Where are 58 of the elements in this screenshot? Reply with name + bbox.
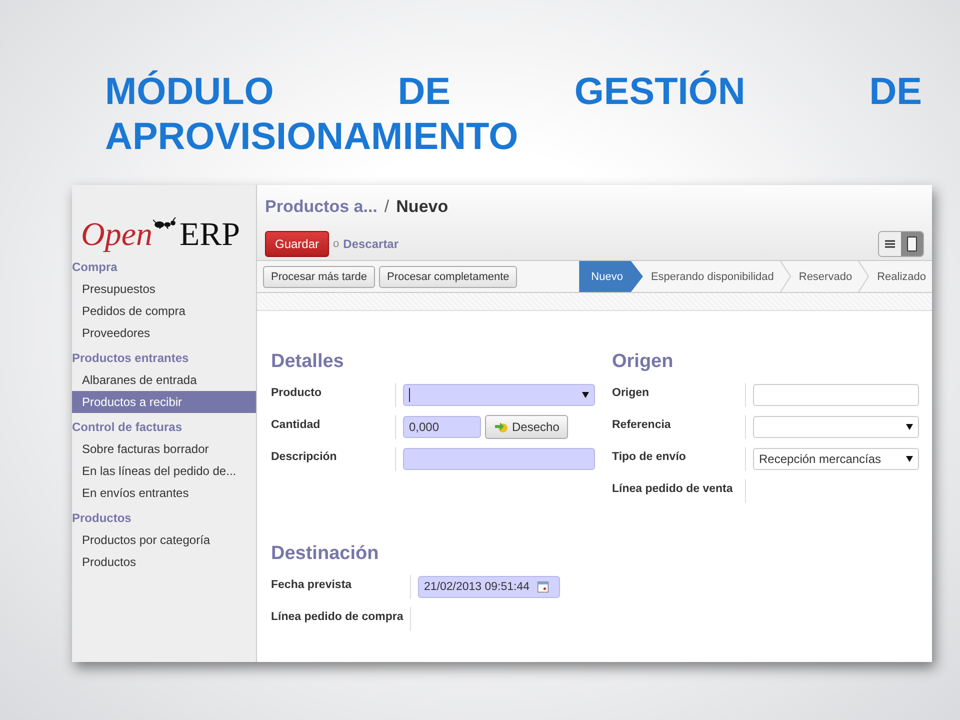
dropdown-caret-icon (906, 456, 913, 462)
breadcrumb-separator: / (384, 197, 390, 217)
select-field[interactable] (403, 384, 595, 406)
process-button[interactable]: Procesar completamente (378, 266, 518, 288)
sidebar-item[interactable]: Pedidos de compra (72, 300, 256, 322)
view-toggle[interactable] (901, 232, 923, 256)
field-label: Línea pedido de compra (271, 607, 411, 631)
dropdown-caret-icon (582, 392, 589, 398)
sidebar-item[interactable]: En las líneas del pedido de... (72, 460, 256, 482)
field-label: Producto (271, 383, 396, 407)
sidebar-item[interactable]: Productos (72, 551, 256, 573)
sidebar-item[interactable]: Presupuestos (72, 278, 256, 300)
logo-text: Open (81, 217, 152, 253)
field-label: Descripción (271, 447, 396, 471)
sidebar-item[interactable]: Proveedores (72, 322, 256, 344)
scrap-button[interactable]: Desecho (485, 415, 568, 439)
section-title: Detalles (271, 351, 345, 373)
process-button[interactable]: Procesar más tarde (263, 266, 375, 288)
sidebar-section-title: Productos (72, 510, 132, 527)
sidebar-section-title: Compra (72, 259, 118, 276)
discard-link[interactable]: Descartar (343, 237, 399, 251)
select-field[interactable] (753, 416, 919, 438)
input-field[interactable] (403, 448, 595, 470)
status-step[interactable]: Realizado (869, 261, 932, 292)
sidebar-item[interactable]: Productos por categoría (72, 529, 256, 551)
status-step[interactable]: Esperando disponibilidad (642, 261, 780, 292)
sidebar-section-title: Control de facturas (72, 419, 184, 436)
sidebar-item[interactable]: Sobre facturas borrador (72, 438, 256, 460)
ant-icon (153, 217, 178, 229)
field-label: Origen (612, 383, 746, 407)
sidebar-item[interactable]: Albaranes de entrada (72, 369, 256, 391)
calendar-icon[interactable] (536, 581, 550, 593)
section-title: Origen (612, 351, 674, 373)
input-field[interactable] (753, 384, 919, 406)
save-button[interactable]: Guardar (265, 231, 330, 257)
input-field[interactable]: 0,000 (403, 416, 481, 438)
field-label: Fecha prevista (271, 575, 411, 599)
form-icon (906, 236, 918, 252)
sidebar-section-title: Productos entrantes (72, 350, 190, 367)
status-step[interactable]: Nuevo (579, 261, 643, 292)
breadcrumb-link[interactable]: Productos a... (265, 197, 378, 217)
section-title: Destinación (271, 543, 380, 565)
slide-title: MÓDULO DE GESTIÓN DE APROVISIONAMIENTO (105, 70, 922, 160)
date-field[interactable]: 21/02/2013 09:51:44 (418, 576, 560, 598)
dropdown-caret-icon (906, 424, 913, 430)
page-title: Nuevo (396, 197, 448, 217)
sidebar-item[interactable]: Productos a recibir (72, 391, 256, 413)
field-label: Tipo de envío (612, 447, 746, 471)
field-label: Cantidad (271, 415, 396, 439)
logo-text: ERP (179, 217, 240, 253)
or-text: o (333, 238, 340, 250)
field-label: Referencia (612, 415, 746, 439)
field-label: Línea pedido de venta (612, 479, 746, 503)
view-toggle[interactable] (879, 232, 901, 256)
status-step[interactable]: Reservado (790, 261, 858, 292)
sidebar-item[interactable]: En envíos entrantes (72, 482, 256, 504)
arrow-icon (494, 421, 508, 433)
select-field[interactable]: Recepción mercancías (753, 448, 919, 470)
